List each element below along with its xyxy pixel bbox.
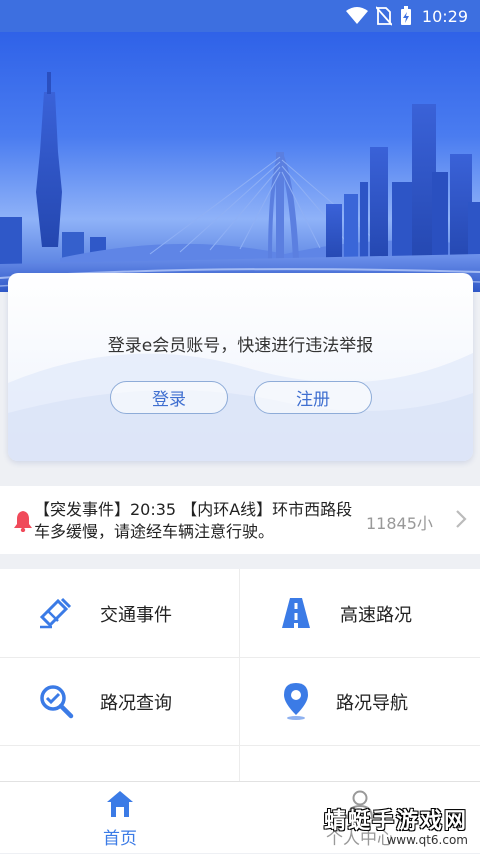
service-navigation[interactable]: 路况导航 — [240, 657, 480, 745]
notice-count: 11845小 — [366, 514, 433, 533]
service-label: 高速路况 — [340, 605, 412, 626]
hero-banner — [0, 32, 480, 292]
service-label: 交通事件 — [100, 605, 172, 626]
login-card: 登录e会员账号，快速进行违法举报 登录 注册 — [8, 273, 473, 461]
tab-label: 首页 — [103, 829, 137, 849]
location-pin-icon — [284, 683, 308, 720]
search-check-icon — [40, 685, 74, 719]
service-road-query[interactable]: 路况查询 — [0, 657, 240, 745]
status-time: 10:29 — [421, 6, 468, 26]
notice-text: 【突发事件】20:35 【内环A线】环市西路段车多缓慢，请途经车辆注意行驶。 — [34, 500, 353, 541]
highway-icon — [282, 598, 310, 628]
service-highway[interactable]: 高速路况 — [240, 569, 480, 657]
city-skyline-illustration — [0, 72, 480, 292]
service-label: 路况导航 — [336, 693, 408, 714]
login-button[interactable]: 登录 — [110, 381, 228, 414]
battery-charging-icon — [400, 6, 411, 25]
wifi-icon — [345, 7, 368, 24]
status-bar: 10:29 — [0, 0, 480, 32]
watermark: 蜻蜓手游戏网 www.qt6.com — [324, 803, 468, 847]
bell-icon — [14, 511, 32, 532]
traffic-incident-icon — [39, 597, 72, 629]
register-button[interactable]: 注册 — [254, 381, 372, 414]
chevron-right-icon[interactable] — [454, 508, 468, 530]
watermark-url: www.qt6.com — [386, 833, 468, 847]
login-prompt-text: 登录e会员账号，快速进行违法举报 — [107, 336, 374, 356]
bottom-tab-bar: 首页 个人中心 蜻蜓手游戏网 www.qt6.com — [0, 781, 480, 853]
traffic-notice[interactable]: 【突发事件】20:35 【内环A线】环市西路段车多缓慢，请途经车辆注意行驶。 1… — [0, 486, 480, 554]
watermark-title: 蜻蜓手游戏网 — [323, 809, 468, 834]
service-label: 路况查询 — [100, 693, 172, 714]
service-traffic-incident[interactable]: 交通事件 — [0, 569, 240, 657]
tab-home[interactable]: 首页 — [0, 782, 240, 854]
grid-divider — [0, 745, 480, 746]
services-grid: 交通事件 高速路况 路况查询 路况导航 — [0, 569, 480, 781]
home-icon — [107, 791, 133, 817]
card-wave-decoration — [8, 353, 473, 461]
no-sim-icon — [375, 6, 392, 26]
